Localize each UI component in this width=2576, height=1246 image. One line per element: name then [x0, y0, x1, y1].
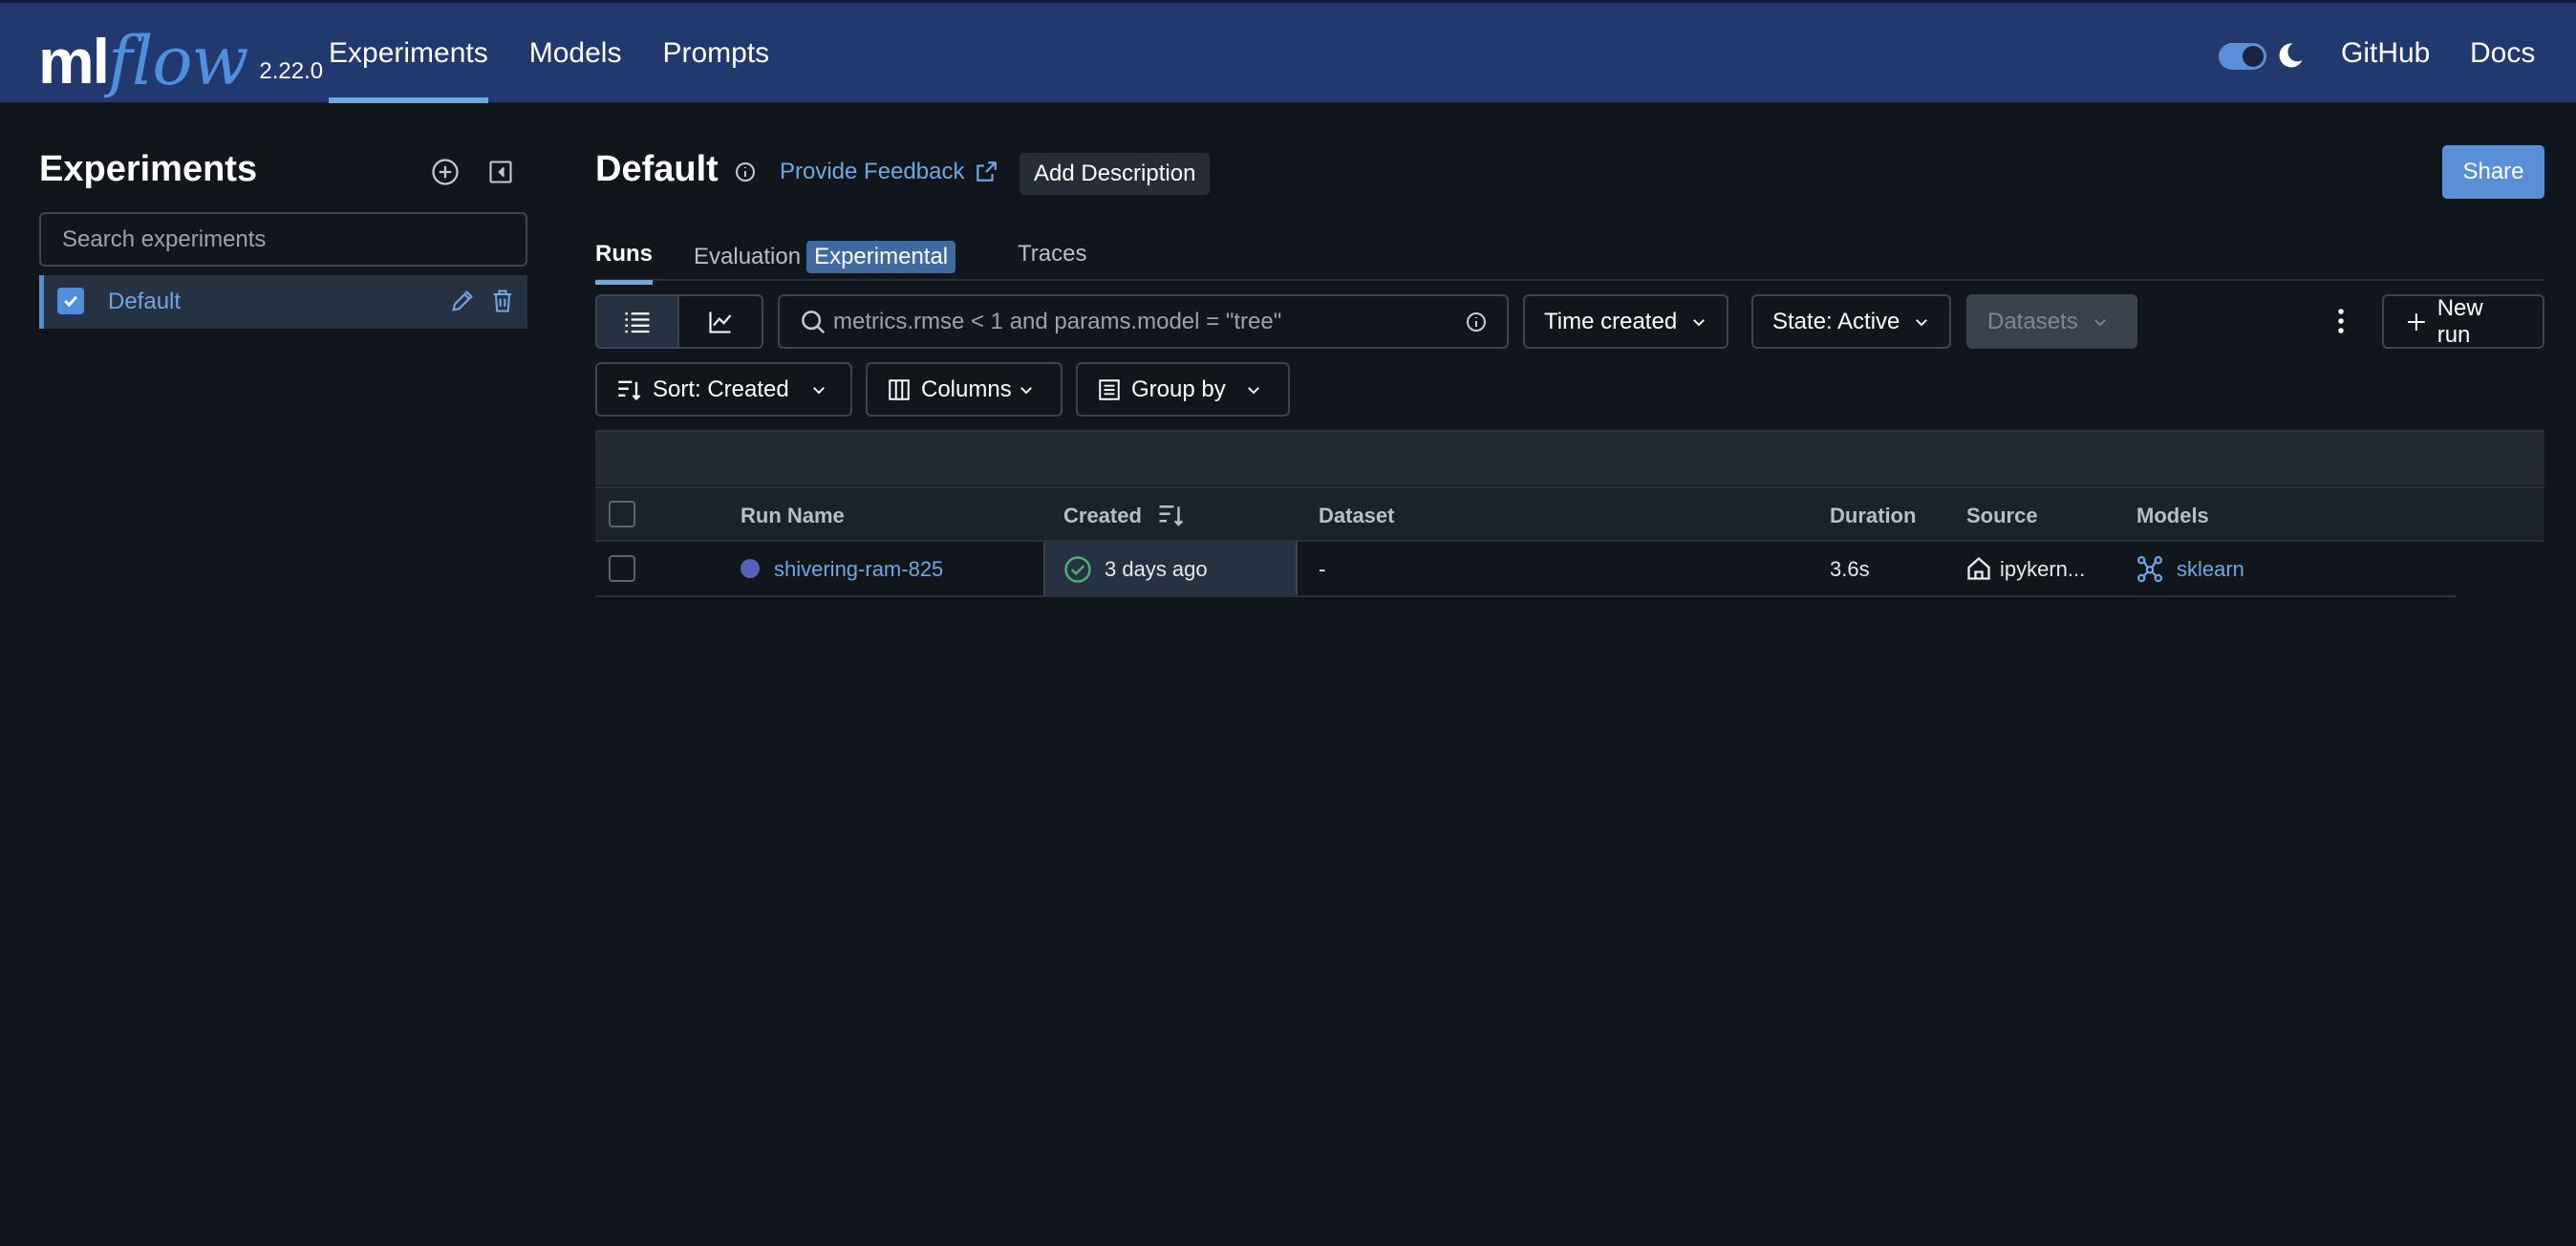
- trash-icon[interactable]: [489, 288, 516, 314]
- columns-icon: [889, 378, 910, 400]
- experiment-checkbox[interactable]: [57, 288, 84, 314]
- view-mode-toggle: [595, 294, 763, 349]
- dataset-value: -: [1319, 557, 1326, 581]
- search-experiments-input[interactable]: [39, 212, 527, 267]
- top-navigation-bar: ml flow 2.22.0 Experiments Models Prompt…: [0, 0, 2576, 103]
- experiment-title: Default: [595, 149, 719, 189]
- run-color-dot: [741, 559, 760, 578]
- checkmark-icon: [64, 295, 77, 308]
- columns-label: Columns: [921, 376, 1012, 402]
- plus-circle-icon: [432, 159, 459, 185]
- run-filter-search[interactable]: [778, 294, 1509, 349]
- edit-pencil-icon[interactable]: [449, 288, 476, 314]
- time-created-dropdown[interactable]: Time created: [1523, 294, 1729, 349]
- tab-evaluation-label: Evaluation: [694, 244, 802, 269]
- run-name-link[interactable]: shivering-ram-825: [774, 557, 943, 582]
- share-button[interactable]: Share: [2442, 145, 2544, 199]
- column-header-dataset[interactable]: Dataset: [1319, 504, 1394, 528]
- source-value[interactable]: ipykern...: [2000, 557, 2085, 582]
- github-link[interactable]: GitHub: [2341, 3, 2430, 103]
- group-by-dropdown[interactable]: Group by: [1076, 362, 1290, 417]
- experimental-badge: Experimental: [806, 241, 956, 273]
- datasets-dropdown: Datasets: [1966, 294, 2137, 349]
- moon-icon: [2279, 43, 2303, 68]
- experiment-item-default[interactable]: Default: [39, 275, 527, 329]
- duration-value: 3.6s: [1830, 557, 1870, 581]
- dark-mode-toggle[interactable]: [2219, 43, 2266, 70]
- notebook-source-icon: [1967, 556, 1990, 580]
- external-link-icon: [977, 161, 998, 182]
- column-header-run-name[interactable]: Run Name: [741, 504, 845, 528]
- chevron-down-icon: [2093, 318, 2106, 326]
- plus-icon: [2407, 312, 2425, 331]
- select-all-checkbox[interactable]: [609, 501, 635, 527]
- state-label: State: Active: [1772, 308, 1900, 334]
- feedback-label: Provide Feedback: [780, 159, 965, 184]
- tab-evaluation[interactable]: Evaluation Experimental: [694, 241, 956, 281]
- model-icon: [2137, 556, 2162, 583]
- tab-traces[interactable]: Traces: [1018, 241, 1086, 281]
- filter-query-input[interactable]: [827, 296, 1465, 347]
- sort-icon: [618, 380, 641, 400]
- columns-dropdown[interactable]: Columns: [866, 362, 1063, 417]
- chevron-down-icon: [1020, 386, 1032, 394]
- tab-runs[interactable]: Runs: [595, 241, 653, 285]
- column-header-created-label: Created: [1063, 504, 1142, 527]
- datasets-label: Datasets: [1987, 308, 2078, 334]
- search-icon: [802, 310, 826, 333]
- chart-view-button[interactable]: [679, 296, 762, 347]
- experiment-name[interactable]: Default: [108, 289, 181, 315]
- model-link[interactable]: sklearn: [2177, 557, 2244, 582]
- sort-dropdown[interactable]: Sort: Created: [595, 362, 852, 417]
- column-header-duration[interactable]: Duration: [1830, 504, 1916, 528]
- add-description-button[interactable]: Add Description: [1020, 153, 1211, 195]
- chevron-down-icon: [1247, 386, 1259, 394]
- chevron-down-icon: [1916, 318, 1928, 326]
- main-nav: Experiments Models Prompts: [329, 3, 810, 103]
- column-header-created[interactable]: Created: [1063, 504, 1184, 528]
- more-options-button[interactable]: [2322, 302, 2360, 340]
- version-label: 2.22.0: [259, 58, 324, 84]
- group-by-label: Group by: [1131, 376, 1226, 402]
- collapse-panel-icon: [489, 161, 512, 183]
- chevron-down-icon: [812, 386, 825, 394]
- mlflow-logo[interactable]: ml flow 2.22.0: [38, 16, 324, 100]
- sidebar-title: Experiments: [39, 149, 258, 189]
- nav-experiments[interactable]: Experiments: [329, 3, 488, 103]
- docs-link[interactable]: Docs: [2470, 3, 2535, 103]
- collapse-sidebar-button[interactable]: [482, 153, 520, 191]
- state-dropdown[interactable]: State: Active: [1751, 294, 1952, 349]
- create-experiment-button[interactable]: [426, 153, 464, 191]
- runs-table-header: Run Name Created Dataset Duration Source…: [595, 486, 2544, 542]
- column-header-source[interactable]: Source: [1966, 504, 2038, 528]
- kebab-menu-icon: [2338, 309, 2344, 333]
- info-icon[interactable]: [734, 161, 757, 183]
- group-by-icon: [1099, 378, 1120, 400]
- new-run-label: New run: [2436, 294, 2483, 348]
- nav-prompts[interactable]: Prompts: [662, 3, 769, 103]
- sort-descending-icon[interactable]: [1157, 502, 1186, 528]
- created-value: 3 days ago: [1105, 557, 1208, 581]
- row-checkbox[interactable]: [609, 555, 635, 582]
- logo-flow-text: flow: [108, 22, 248, 100]
- list-icon: [625, 312, 650, 333]
- info-icon[interactable]: [1465, 311, 1488, 333]
- table-view-button[interactable]: [597, 296, 680, 347]
- table-row[interactable]: shivering-ram-825 3 days ago - 3.6s ipyk…: [595, 542, 2457, 597]
- provide-feedback-link[interactable]: Provide Feedback: [780, 159, 998, 185]
- success-check-circle-icon: [1064, 556, 1091, 583]
- nav-models[interactable]: Models: [529, 3, 622, 103]
- line-chart-icon: [709, 312, 732, 333]
- sort-label: Sort: Created: [653, 376, 789, 402]
- logo-ml-text: ml: [38, 26, 110, 97]
- time-created-label: Time created: [1544, 308, 1678, 334]
- chevron-down-icon: [1693, 318, 1706, 326]
- column-header-models[interactable]: Models: [2136, 504, 2209, 528]
- experiment-tabs: Runs Evaluation Experimental Traces: [595, 233, 2544, 285]
- table-group-header: [595, 430, 2544, 485]
- new-run-button[interactable]: New run: [2382, 294, 2544, 349]
